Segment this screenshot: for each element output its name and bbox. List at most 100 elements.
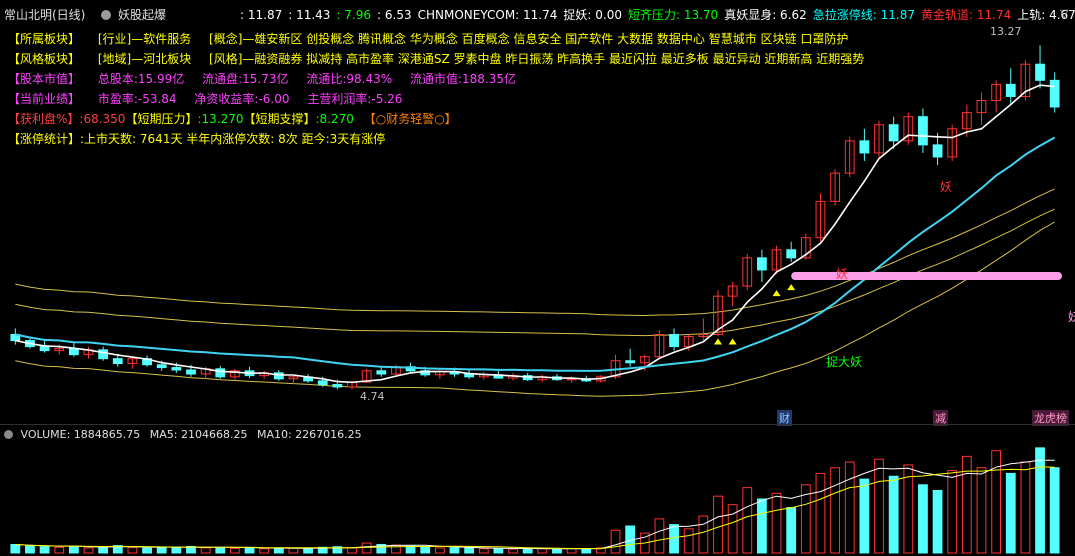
volume-bar (83, 547, 94, 554)
volume-bar (903, 464, 914, 554)
candle-body (859, 140, 870, 154)
volume-bar (142, 547, 152, 554)
volume-bar (669, 524, 679, 554)
volume-bar (918, 484, 928, 554)
volume-bar (25, 545, 35, 554)
candlestick-chart[interactable] (0, 0, 1075, 556)
candle-body (39, 346, 50, 352)
signal-tag: 妖 (836, 267, 849, 281)
upper-band-line-2 (15, 188, 1055, 317)
volume-bar (786, 507, 797, 554)
volume-bar (757, 498, 767, 554)
volume-bar (215, 546, 226, 554)
volume-bar (98, 546, 109, 554)
volume-bar (478, 548, 489, 554)
buy-signal-triangle (787, 284, 796, 291)
volume-bar (54, 546, 65, 554)
volume-bar (1005, 472, 1016, 554)
volume-bar (156, 547, 167, 554)
volume-ma5: MA5: 2104668.25 (149, 428, 248, 441)
volume-bar (610, 529, 621, 554)
volume-bar (303, 547, 313, 554)
candle-body (786, 249, 797, 259)
support-bar (791, 271, 1062, 280)
pink-bar-tag: 妖 (1068, 310, 1075, 324)
volume-bar (449, 547, 460, 554)
volume-bar (713, 495, 723, 554)
volume-ma10-line (15, 466, 1055, 550)
volume-bar (39, 546, 50, 554)
volume-bar (698, 515, 709, 554)
volume-bar (830, 467, 840, 554)
volume-bar (244, 547, 255, 554)
volume-bar (68, 545, 79, 554)
candle-body (68, 348, 79, 356)
candle-body (625, 360, 636, 364)
candle-body (332, 384, 343, 388)
candle-body (888, 124, 899, 142)
volume-bar (493, 547, 504, 554)
volume-bar (947, 470, 958, 554)
volume-bar (537, 548, 548, 554)
volume-bar (742, 487, 753, 554)
volume-bar (259, 548, 270, 554)
candle-body (186, 369, 196, 375)
volume-bar (391, 544, 401, 554)
signal-tag: 妖 (940, 180, 953, 194)
volume-bar (932, 489, 943, 554)
volume-bar (976, 467, 987, 554)
high-price-label: 13.27 (990, 25, 1022, 38)
volume-bar (464, 547, 475, 554)
candle-body (669, 333, 679, 348)
buy-signal-triangle (728, 338, 737, 345)
volume-bar (10, 543, 21, 554)
volume-bar (683, 528, 694, 554)
candle-body (918, 116, 928, 146)
volume-header: VOLUME: 1884865.75 MA5: 2104668.25 MA10:… (4, 428, 362, 441)
volume-bar (654, 518, 665, 554)
volume-bar (420, 546, 431, 554)
volume-bar (771, 492, 782, 554)
volume-bar (434, 547, 445, 554)
buy-signal-triangle (772, 290, 781, 297)
volume-bar (230, 547, 240, 554)
volume-bar (1035, 447, 1045, 554)
candle-body (215, 368, 226, 378)
volume-ma10: MA10: 2267016.25 (256, 428, 362, 441)
candle-body (757, 257, 767, 271)
volume-bar (815, 472, 826, 554)
volume-bar (508, 548, 518, 554)
volume-bar (844, 461, 855, 554)
candle-body (273, 372, 284, 380)
candle-body (156, 364, 167, 369)
candle-body (1035, 63, 1045, 81)
volume-bar (361, 542, 372, 554)
candle-body (1049, 79, 1060, 108)
volume-bar (171, 546, 182, 554)
candle-body (376, 370, 387, 375)
volume-bar (288, 547, 299, 554)
candle-body (1005, 83, 1016, 97)
volume-bar (273, 547, 284, 554)
volume-bar (727, 504, 738, 554)
volume-ma5-line (15, 459, 1055, 550)
low-price-label: 4.74 (360, 390, 385, 403)
volume-value: VOLUME: 1884865.75 (20, 428, 141, 441)
buy-signal-triangle (713, 338, 722, 345)
candle-body (932, 144, 943, 158)
candle-body (98, 349, 109, 360)
signal-label: 捉大妖 (826, 355, 863, 369)
volume-bar (581, 548, 592, 554)
volume-bar (200, 547, 211, 554)
volume-bar (1020, 461, 1031, 554)
volume-bar (127, 546, 138, 554)
volume-bar (552, 548, 562, 554)
candle-body (171, 367, 182, 371)
ma20-line (15, 136, 1056, 372)
volume-bar (874, 458, 884, 554)
collapse-icon[interactable] (4, 430, 13, 439)
volume-bar (347, 547, 357, 554)
volume-bar (859, 478, 870, 554)
candle-body (112, 358, 123, 365)
pane-divider (0, 424, 1075, 425)
